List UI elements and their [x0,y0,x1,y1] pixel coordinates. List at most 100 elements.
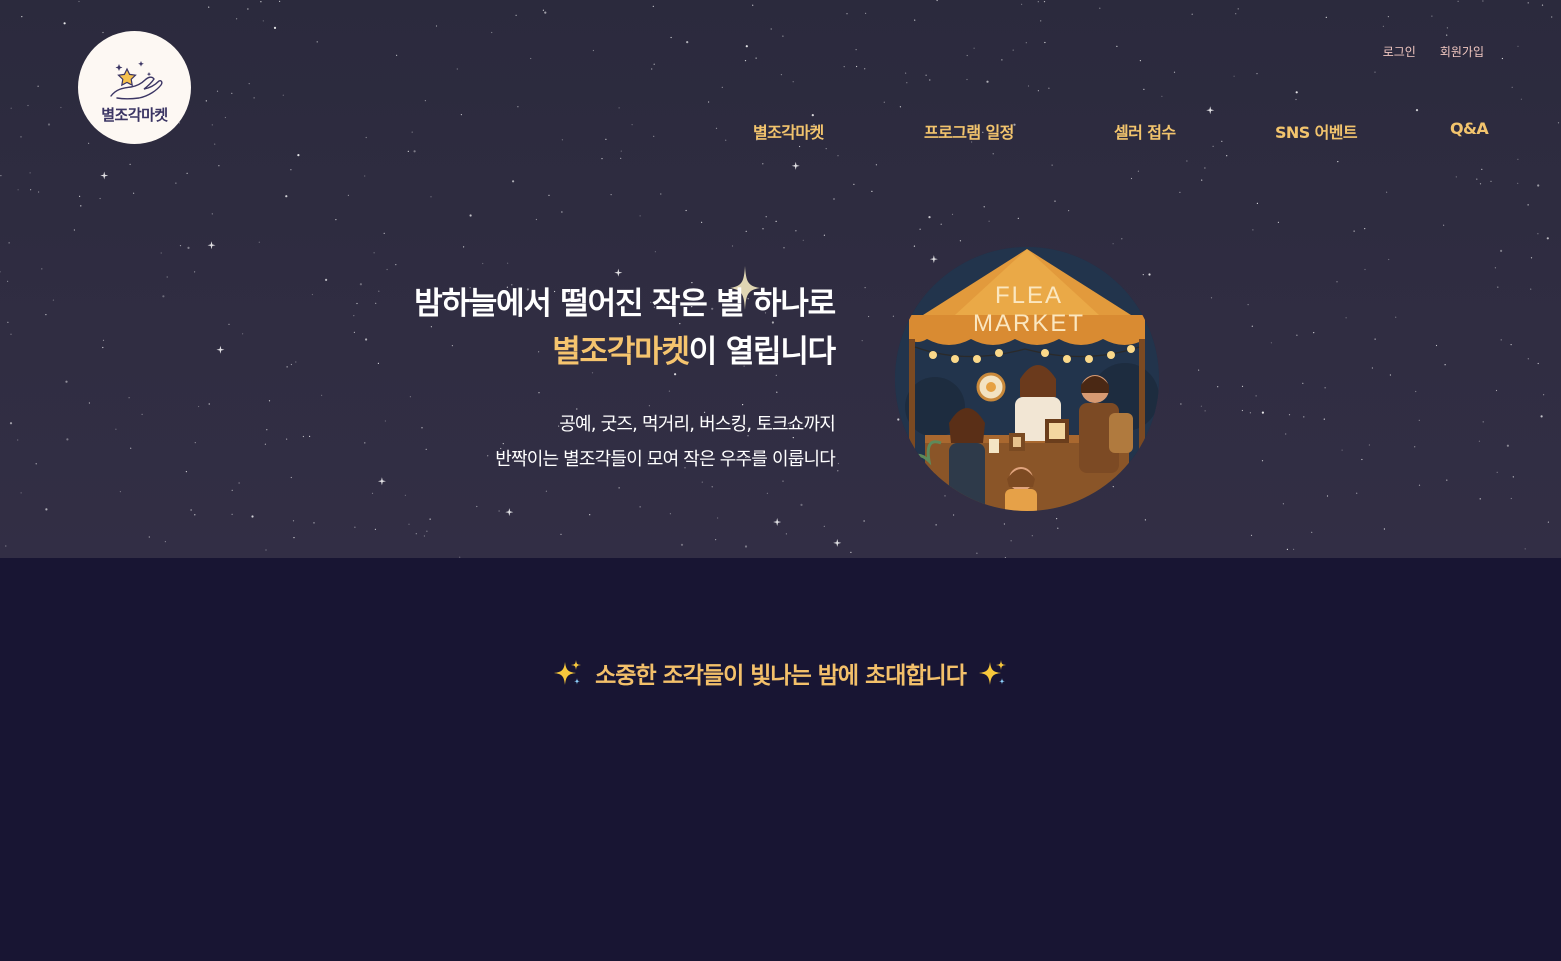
star-dot [102,31,104,34]
star-dot [1371,367,1373,369]
star-dot [780,74,783,76]
star-dot [242,333,244,335]
star-dot [871,190,873,192]
star-dot [236,18,238,20]
star-dot [837,155,839,157]
star-dot [708,101,710,103]
nav-item-seller[interactable]: 셀러 접수 [1114,119,1176,143]
star-dot [795,230,797,232]
star-dot [424,100,426,102]
star-dot [162,295,165,298]
star-dot [175,182,177,184]
star-dot [27,104,29,107]
star-dot [1252,229,1254,231]
star-dot [935,524,937,526]
nav-item-sns-event[interactable]: SNS 어벤트 [1275,119,1358,143]
star-dot [783,247,785,249]
star-dot [185,471,187,473]
star-dot [1288,414,1291,416]
star-dot [1444,364,1446,366]
star-dot [721,86,723,88]
star-dot [216,90,219,92]
star-dot [60,106,62,109]
star-dot [20,492,22,494]
star-dot [605,138,607,140]
star-dot [1382,25,1384,27]
star-dot [456,68,458,70]
star-dot [1517,45,1519,47]
login-link[interactable]: 로그인 [1383,43,1416,60]
star-dot [160,252,162,254]
star-dot [1256,202,1258,204]
star-dot [1285,433,1287,435]
star-dot [487,455,489,457]
star-dot [353,315,355,317]
twinkle-star [929,255,938,264]
star-dot [919,228,921,230]
star-dot [396,54,398,56]
star-dot [384,420,386,422]
star-dot [1457,0,1459,2]
star-dot [883,101,885,103]
star-dot [313,522,315,524]
star-dot [1356,492,1358,494]
star-dot [17,439,19,441]
star-dot [1494,267,1496,269]
star-dot [905,72,907,74]
star-dot [618,487,620,489]
star-dot [1501,57,1503,60]
star-dot [653,63,655,65]
star-dot [1546,237,1549,240]
star-dot [290,363,292,366]
star-dot [5,545,7,547]
nav-item-about[interactable]: 별조각마켓 [753,119,824,143]
star-dot [1482,0,1484,2]
star-dot [1511,86,1513,88]
star-dot [1143,88,1145,90]
star-dot [1012,49,1014,51]
star-dot [548,194,550,196]
signup-link[interactable]: 회원가입 [1440,43,1484,60]
star-dot [802,239,804,241]
star-dot [411,131,413,133]
star-dot [1031,535,1033,537]
star-dot [1293,548,1295,550]
star-dot [618,107,620,109]
star-dot [1345,317,1347,319]
star-dot [102,339,105,341]
invite-heading: 소중한 조각들이 빛나는 밤에 초대합니다 [0,656,1561,692]
star-dot [652,5,654,7]
star-dot [476,505,478,508]
nav-item-qna[interactable]: Q&A [1450,119,1489,138]
logo[interactable]: 별조각마켓 [78,31,191,144]
star-dot [668,390,671,392]
star-dot [292,520,295,522]
star-dot [365,338,368,341]
headline-accent: 별조각마켓 [552,334,690,370]
star-dot [1235,13,1237,15]
nav-item-schedule[interactable]: 프로그램 일정 [924,119,1014,143]
star-dot [430,196,432,198]
utility-nav: 로그인 회원가입 [1383,43,1484,60]
star-dot [1261,460,1264,462]
star-dot [1241,409,1243,412]
star-dot [929,79,931,81]
star-dot [378,290,380,292]
star-dot [1446,34,1448,36]
star-dot [913,245,916,247]
star-dot [1116,45,1118,48]
star-dot [1139,60,1141,62]
star-dot [770,28,772,30]
star-dot [1537,362,1539,365]
star-dot [1557,122,1560,124]
star-dot [1517,158,1519,160]
star-dot [561,211,563,213]
star-dot [128,397,130,399]
star-dot [799,145,801,148]
star-dot [435,25,438,27]
star-dot [130,447,132,449]
star-dot [1037,1,1039,3]
star-dot [1537,233,1539,235]
star-dot [374,528,376,531]
star-dot [868,315,870,318]
